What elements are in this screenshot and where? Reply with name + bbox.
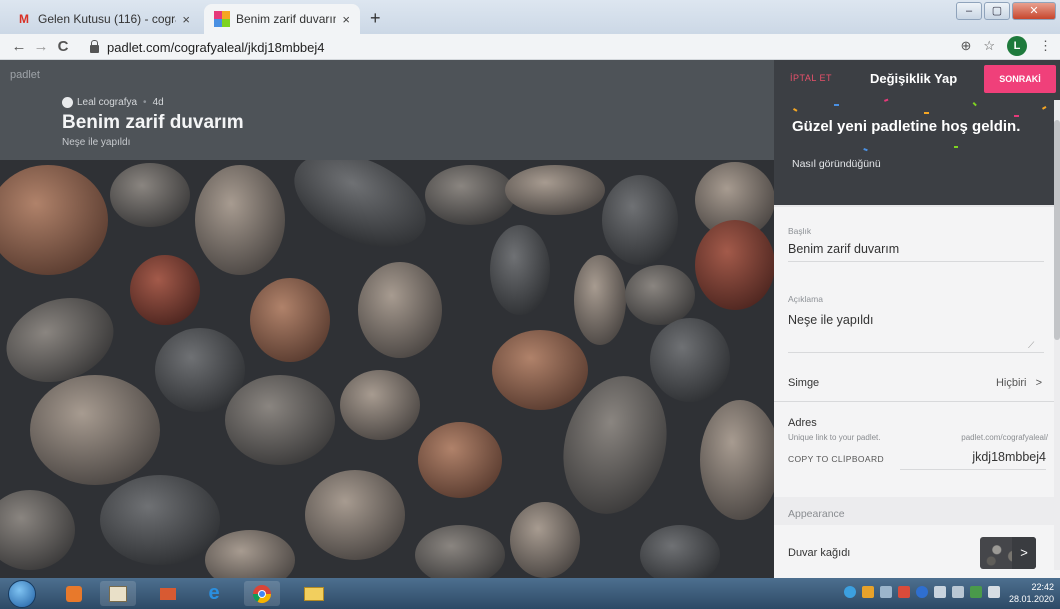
divider [774,401,1060,402]
gmail-icon: M [19,12,29,26]
window-controls: – ▢ ✕ [954,2,1056,20]
address-prefix: padlet.com/cografyaleal/ [961,433,1048,442]
forward-button[interactable]: → [30,38,52,55]
presentation-app-icon[interactable] [150,581,186,606]
volume-icon[interactable] [988,586,1000,598]
tray-icon[interactable] [952,586,964,598]
clock-date: 28.01.2020 [1008,594,1054,604]
tray-icon[interactable] [862,586,874,598]
clock-time: 22:42 [1031,582,1054,592]
chevron-right-icon: > [1035,377,1042,389]
address-label: Adres [788,417,817,429]
copy-to-clipboard-button[interactable]: COPY TO CLİPBOARD [788,454,884,464]
maximize-button[interactable]: ▢ [984,2,1010,20]
back-button[interactable]: ← [8,38,30,55]
cancel-button[interactable]: İPTAL ET [790,73,832,83]
start-button[interactable] [8,580,36,608]
icon-value: Hiçbiri [995,377,1027,389]
toolbar-actions: ⊕ ☆ L ⋮ [960,36,1052,56]
wallpaper-thumbnail[interactable]: > [980,537,1036,569]
tray-icon[interactable] [880,586,892,598]
author-name: Leal cografya [77,97,138,108]
wallpaper-label: Duvar kağıdı [788,547,851,559]
internet-explorer-icon[interactable]: e [196,581,232,606]
next-button[interactable]: SONRAKİ [984,65,1056,93]
bluetooth-icon[interactable] [916,586,928,598]
tab-close-icon[interactable]: × [182,12,190,27]
browser-toolbar: ← → C padlet.com/cografyaleal/jkdj18mbbe… [0,34,1060,60]
tab-gmail[interactable]: M Gelen Kutusu (116) - cografyalea × [6,4,200,34]
author-avatar [62,97,73,108]
clock[interactable]: 22:42 28.01.2020 [1009,581,1054,605]
tracking-icon[interactable]: ⊕ [960,38,971,54]
wall-background-image [0,160,774,578]
description-input[interactable]: Neşe ile yapıldı [788,313,873,327]
author-separator: • [143,97,147,108]
tray-icon[interactable] [970,586,982,598]
wall-author: Leal cografya • 4d [62,97,164,108]
welcome-heading: Güzel yeni padletine hoş geldin. [792,118,1021,135]
lock-icon [90,40,99,53]
url-text: padlet.com/cografyaleal/jkdj18mbbej4 [107,39,325,55]
how-it-looks-text: Nasıl göründüğünü [792,158,881,170]
tab-title: Gelen Kutusu (116) - cografyalea [38,12,176,26]
profile-avatar[interactable]: L [1007,36,1027,56]
network-app-icon[interactable] [100,581,136,606]
scrollbar-thumb[interactable] [1054,120,1060,340]
tray-icon[interactable] [844,586,856,598]
minimize-button[interactable]: – [956,2,982,20]
icon-selector[interactable]: Hiçbiri > [996,377,1042,389]
tray-icon[interactable] [898,586,910,598]
file-explorer-icon[interactable] [296,581,332,606]
wall-age: 4d [152,97,164,108]
divider [774,205,1060,207]
panel-header: İPTAL ET Değişiklik Yap SONRAKİ Güzel ye… [774,60,1060,205]
title-underline [788,261,1044,262]
panel-title: Değişiklik Yap [870,71,958,86]
pebbles-image [0,160,774,578]
chrome-icon[interactable] [244,581,280,606]
media-player-icon[interactable] [56,581,92,606]
title-input[interactable]: Benim zarif duvarım [788,242,899,256]
wall-description: Neşe ile yapıldı [62,137,131,148]
appearance-heading: Appearance [788,508,845,520]
padlet-logo[interactable]: padlet [10,69,40,81]
title-label: Başlık [788,226,812,236]
slug-underline [900,469,1046,470]
tab-strip: M Gelen Kutusu (116) - cografyalea × Ben… [0,0,1060,34]
wall-header: padlet Leal cografya • 4d Benim zarif du… [0,60,774,160]
description-label: Açıklama [788,294,823,304]
new-tab-button[interactable]: + [370,8,381,29]
tab-title: Benim zarif duvarım [236,12,337,26]
settings-panel: İPTAL ET Değişiklik Yap SONRAKİ Güzel ye… [774,60,1060,578]
bookmark-star-icon[interactable]: ☆ [983,38,995,54]
panel-scrollbar[interactable] [1054,100,1060,570]
tab-padlet[interactable]: Benim zarif duvarım × [204,4,360,34]
tab-close-icon[interactable]: × [342,12,350,27]
wall-title: Benim zarif duvarım [62,112,244,133]
icon-label: Simge [788,377,820,389]
resize-handle-icon[interactable]: ⟋ [1028,340,1034,351]
chevron-right-icon: > [1012,537,1036,569]
reload-button[interactable]: C [52,38,74,55]
description-underline [788,352,1044,353]
taskbar: e 22:42 28.01.2020 [0,578,1060,609]
system-tray [844,586,1000,598]
flag-icon[interactable] [934,586,946,598]
address-bar[interactable]: padlet.com/cografyaleal/jkdj18mbbej4 [90,36,910,58]
padlet-favicon-icon [214,11,230,27]
close-window-button[interactable]: ✕ [1012,2,1056,20]
address-slug-input[interactable]: jkdj18mbbej4 [972,450,1046,464]
address-hint: Unique link to your padlet. [788,433,881,442]
menu-icon[interactable]: ⋮ [1039,38,1052,54]
